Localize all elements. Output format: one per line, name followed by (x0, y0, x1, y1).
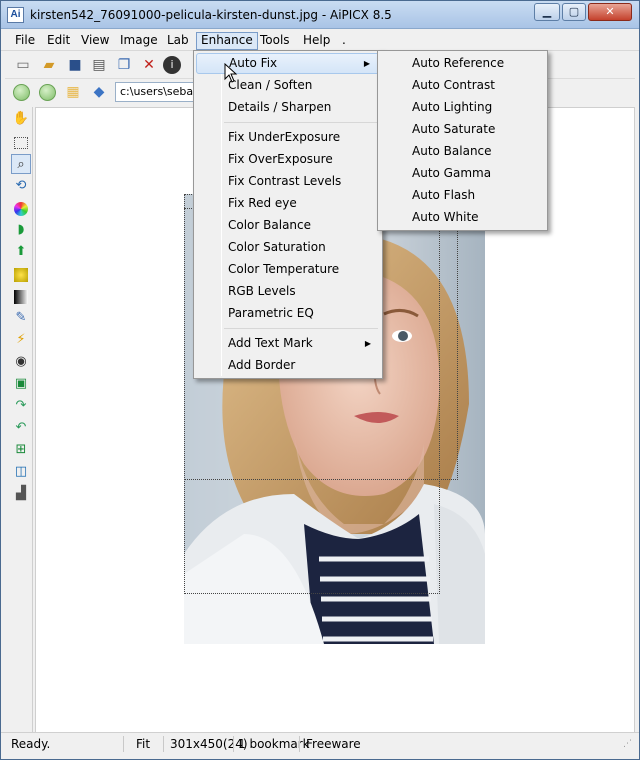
submenu-item-auto-flash[interactable]: Auto Flash (380, 184, 545, 206)
zoom-icon[interactable]: ⌕ (11, 154, 31, 174)
enhance-dropdown-menu: Auto Fix ▶ Clean / Soften Details / Sharp… (193, 50, 383, 379)
maximize-button[interactable]: ▢ (562, 3, 586, 21)
app-logo-icon: Ai (7, 7, 24, 23)
back-icon[interactable] (13, 84, 30, 101)
menu-item-add-text-mark[interactable]: Add Text Mark ▶ (196, 333, 380, 354)
tools-sidebar: ✋ ⌕ ⟲ ◗ ⬆ ✎ ⚡ ◉ ▣ ↷ ↶ ⊞ ◫ ▟ (9, 107, 33, 733)
browse-icon[interactable]: ◆ (89, 82, 109, 102)
menu-extra[interactable]: . (338, 32, 350, 50)
menu-file[interactable]: File (11, 32, 39, 50)
mouse-cursor-icon (224, 63, 238, 83)
gradient-icon[interactable] (14, 290, 28, 304)
submenu-item-auto-balance[interactable]: Auto Balance (380, 140, 545, 162)
menu-item-color-saturation[interactable]: Color Saturation (196, 237, 380, 258)
menu-enhance[interactable]: Enhance (196, 32, 258, 50)
status-separator (123, 736, 124, 752)
path-input[interactable]: c:\users\seba\d (115, 82, 205, 102)
menu-separator (224, 328, 378, 329)
export-icon[interactable]: ⬆ (11, 242, 31, 262)
select-rect-icon[interactable] (14, 137, 28, 149)
color-wheel-icon[interactable] (14, 202, 28, 216)
menu-view[interactable]: View (77, 32, 113, 50)
open-folder-icon[interactable]: ▰ (39, 55, 59, 75)
window-title: kirsten542_76091000-pelicula-kirsten-dun… (30, 8, 392, 22)
status-text: Ready. (11, 737, 51, 751)
submenu-item-auto-gamma[interactable]: Auto Gamma (380, 162, 545, 184)
status-separator (299, 736, 300, 752)
status-dimensions: 301x450(24) (170, 737, 248, 751)
submenu-arrow-icon: ▶ (363, 59, 370, 68)
menu-bar: File Edit View Image Lab Enhance Tools H… (1, 30, 639, 51)
submenu-item-auto-contrast[interactable]: Auto Contrast (380, 74, 545, 96)
title-bar[interactable]: Ai kirsten542_76091000-pelicula-kirsten-… (1, 1, 639, 29)
menu-item-color-balance[interactable]: Color Balance (196, 215, 380, 236)
menu-item-parametric-eq[interactable]: Parametric EQ (196, 303, 380, 324)
folder-icon[interactable]: ▦ (63, 82, 83, 102)
shape-icon[interactable]: ◗ (11, 220, 31, 240)
eye-icon[interactable]: ◉ (11, 352, 31, 372)
info-icon[interactable]: i (163, 56, 181, 74)
menu-lab[interactable]: Lab (163, 32, 193, 50)
resize-grip-icon[interactable]: ⋰ (623, 739, 632, 749)
print-icon[interactable]: ▤ (89, 55, 109, 75)
brightness-icon[interactable] (14, 268, 28, 282)
save-icon[interactable]: ■ (65, 55, 85, 75)
submenu-arrow-icon: ▶ (364, 339, 371, 348)
menu-item-add-border[interactable]: Add Border (196, 355, 380, 376)
submenu-item-auto-lighting[interactable]: Auto Lighting (380, 96, 545, 118)
menu-item-rgb-levels[interactable]: RGB Levels (196, 281, 380, 302)
menu-item-fix-overexposure[interactable]: Fix OverExposure (196, 149, 380, 170)
minimize-button[interactable]: ▁ (534, 3, 560, 21)
menu-separator (224, 122, 378, 123)
undo-icon[interactable]: ↶ (11, 418, 31, 438)
menu-item-fix-underexposure[interactable]: Fix UnderExposure (196, 127, 380, 148)
delete-icon[interactable]: ✕ (139, 55, 159, 75)
submenu-item-auto-white[interactable]: Auto White (380, 206, 545, 228)
histogram-icon[interactable]: ▟ (11, 484, 31, 504)
menu-edit[interactable]: Edit (43, 32, 74, 50)
status-zoom: Fit (136, 737, 151, 751)
new-file-icon[interactable]: ▭ (13, 55, 33, 75)
menu-item-color-temperature[interactable]: Color Temperature (196, 259, 380, 280)
menu-tools[interactable]: Tools (256, 32, 294, 50)
lightning-icon[interactable]: ⚡ (11, 330, 31, 350)
copy-icon[interactable]: ❐ (114, 55, 134, 75)
menu-item-label: Add Text Mark (228, 336, 313, 350)
fit-icon[interactable]: ⊞ (11, 440, 31, 460)
menu-item-fix-red-eye[interactable]: Fix Red eye (196, 193, 380, 214)
frame-icon[interactable]: ▣ (11, 374, 31, 394)
redo-icon[interactable]: ↷ (11, 396, 31, 416)
menu-item-details-sharpen[interactable]: Details / Sharpen (196, 97, 380, 118)
clone-icon[interactable]: ✎ (11, 308, 31, 328)
menu-image[interactable]: Image (116, 32, 162, 50)
submenu-item-auto-saturate[interactable]: Auto Saturate (380, 118, 545, 140)
status-separator (163, 736, 164, 752)
status-separator (233, 736, 234, 752)
compare-icon[interactable]: ◫ (11, 462, 31, 482)
hand-icon[interactable]: ✋ (11, 109, 31, 129)
submenu-item-auto-reference[interactable]: Auto Reference (380, 52, 545, 74)
menu-item-fix-contrast-levels[interactable]: Fix Contrast Levels (196, 171, 380, 192)
auto-fix-submenu: Auto Reference Auto Contrast Auto Lighti… (377, 50, 548, 231)
menu-help[interactable]: Help (299, 32, 334, 50)
close-button[interactable]: ✕ (588, 3, 632, 21)
status-bar: Ready. Fit 301x450(24) 1 bookmark Freewa… (1, 732, 639, 754)
forward-icon[interactable] (39, 84, 56, 101)
rotate-icon[interactable]: ⟲ (11, 176, 31, 196)
status-license: Freeware (306, 737, 361, 751)
